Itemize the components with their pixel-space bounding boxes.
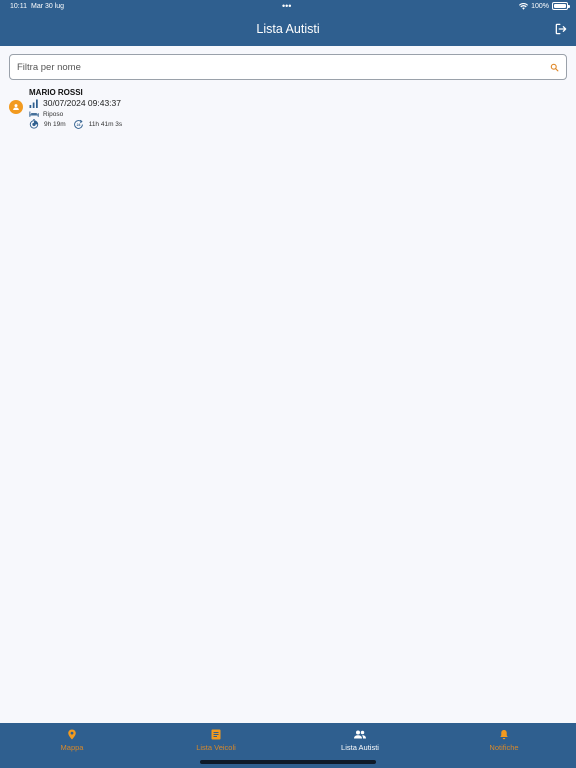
bell-icon: [500, 730, 508, 740]
status-bar: 10:11 Mar 30 lug ••• 100%: [0, 0, 576, 14]
multitasking-dots[interactable]: •••: [282, 1, 291, 11]
home-indicator: [200, 760, 376, 764]
status-indicators: 100%: [519, 2, 570, 10]
bed-icon: [29, 111, 39, 117]
search-icon[interactable]: [550, 63, 559, 72]
search-input[interactable]: [10, 55, 566, 79]
tab-mappa[interactable]: Mappa: [0, 723, 144, 761]
driver-datetime: 30/07/2024 09:43:37: [43, 98, 121, 108]
tab-notifiche[interactable]: Notifiche: [432, 723, 576, 761]
bottom-tab-bar: Mappa Lista Veicoli Lista Autisti Notifi…: [0, 723, 576, 768]
driver-times: 9h 19m 24 11h 41m 3s: [29, 119, 122, 129]
list-icon: [211, 729, 221, 740]
app-header: 10:11 Mar 30 lug ••• 100% Lista Autisti: [0, 0, 576, 46]
status-date: Mar 30 lug: [31, 3, 65, 10]
driver-activity: Riposo: [29, 110, 63, 118]
driver-status: Riposo: [43, 110, 64, 118]
search-box: [9, 54, 567, 80]
status-time: 10:11: [10, 3, 27, 10]
wifi-icon: [519, 2, 529, 10]
tab-lista-veicoli[interactable]: Lista Veicoli: [144, 723, 288, 761]
svg-text:24: 24: [76, 122, 80, 126]
tab-label: Lista Veicoli: [196, 743, 236, 752]
logout-icon[interactable]: [554, 22, 568, 36]
tab-label: Notifiche: [489, 743, 519, 752]
battery-percentage: 100%: [531, 2, 549, 10]
tab-label: Mappa: [60, 743, 84, 752]
driver-last-update: 30/07/2024 09:43:37: [29, 98, 121, 108]
driving-time: 9h 19m: [44, 120, 66, 128]
battery-icon: [552, 2, 570, 10]
driver-list-item[interactable]: MARIO ROSSI 30/07/2024 09:43:37 Riposo 9…: [0, 85, 576, 133]
person-icon: [13, 104, 19, 110]
driver-name: MARIO ROSSI: [29, 88, 83, 97]
tab-label: Lista Autisti: [341, 743, 379, 752]
page-title: Lista Autisti: [256, 22, 320, 36]
history-24h-icon: 24: [73, 119, 83, 129]
signal-bars-icon: [29, 99, 38, 108]
remaining-time: 11h 41m 3s: [88, 120, 123, 128]
tab-lista-autisti[interactable]: Lista Autisti: [288, 723, 432, 761]
map-pin-icon: [68, 729, 76, 740]
avatar: [9, 100, 23, 114]
timer-icon: [29, 119, 39, 129]
people-icon: [354, 730, 366, 739]
